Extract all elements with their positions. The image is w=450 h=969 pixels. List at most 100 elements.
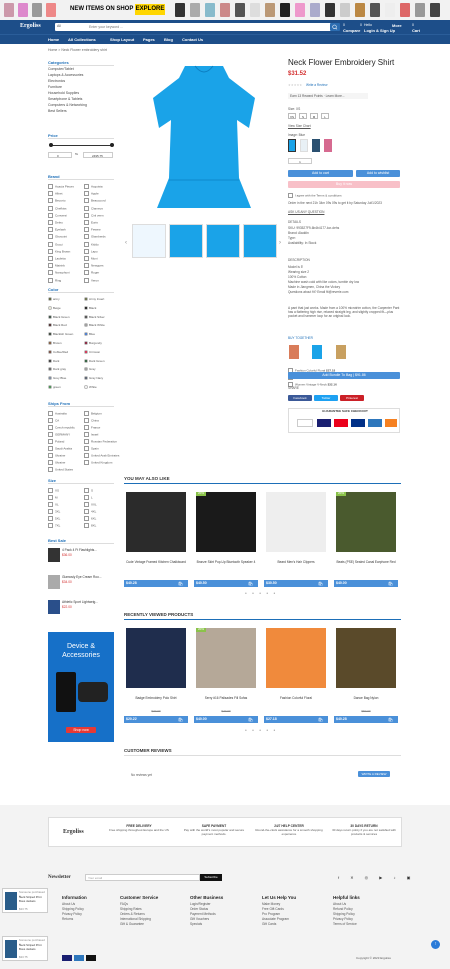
category-item[interactable]: Furniture bbox=[48, 85, 62, 90]
color-swatch[interactable]: army bbox=[48, 297, 60, 302]
brand-checkbox[interactable]: Allnet bbox=[48, 191, 63, 196]
color-swatch[interactable]: Black Green bbox=[48, 314, 70, 320]
ships-from-checkbox[interactable]: Israel bbox=[84, 432, 98, 437]
size-option[interactable]: XS bbox=[288, 113, 296, 119]
rewards-text[interactable]: Earn 13 Reward Points · Learn More... bbox=[288, 93, 368, 99]
product-card-name[interactable]: Fashion Colorful Floral bbox=[264, 696, 328, 700]
size-option[interactable]: L bbox=[321, 113, 329, 119]
newsletter-email-input[interactable]: Your email bbox=[85, 874, 200, 881]
color-swatch[interactable]: Dark bbox=[48, 358, 59, 364]
color-swatch[interactable]: Dark gray bbox=[48, 367, 66, 372]
product-card[interactable]: Badge Embroidery Polo Shirt $30.00 $20.22 🛍 bbox=[124, 628, 188, 748]
gallery-prev-icon[interactable]: ‹ bbox=[125, 240, 127, 248]
color-swatch[interactable]: Burgundy bbox=[84, 341, 102, 346]
ships-from-checkbox[interactable]: Ukraine bbox=[48, 460, 65, 465]
brand-checkbox[interactable]: Matrink bbox=[48, 263, 65, 268]
category-item[interactable]: Best Sellers bbox=[48, 109, 67, 114]
size-checkbox[interactable]: 5XL bbox=[48, 516, 60, 521]
purchase-popup[interactable]: Someone purchased a Neck Striped Print B… bbox=[2, 888, 48, 913]
ships-from-checkbox[interactable]: Poland bbox=[48, 439, 64, 444]
thumbnail[interactable] bbox=[206, 224, 240, 258]
size-checkbox[interactable]: S bbox=[84, 488, 93, 493]
product-card-image[interactable] bbox=[126, 492, 186, 552]
size-chart-link[interactable]: View Size Chart bbox=[288, 124, 311, 128]
product-card-image[interactable] bbox=[126, 628, 186, 688]
best-item-name[interactable]: Glamosly Eye Cream Roo... bbox=[62, 575, 102, 579]
brand-checkbox[interactable]: Euris bbox=[84, 220, 98, 225]
ships-from-checkbox[interactable]: China bbox=[84, 418, 99, 423]
quantity-stepper[interactable]: 1 bbox=[288, 158, 312, 164]
product-card-name[interactable]: Dance Bag Nylon bbox=[334, 696, 398, 700]
color-swatch[interactable]: Gray bbox=[84, 367, 96, 372]
bundle-item-image[interactable] bbox=[312, 345, 322, 359]
gallery-next-icon[interactable]: › bbox=[279, 240, 281, 248]
color-swatch[interactable]: Army Insert bbox=[84, 297, 104, 302]
write-review-button[interactable]: WRITE A REVIEW bbox=[358, 771, 390, 777]
price-max-input[interactable]: 2495.75 bbox=[83, 152, 113, 158]
product-card-image[interactable] bbox=[336, 492, 396, 552]
size-checkbox[interactable]: 7XL bbox=[48, 523, 60, 528]
compare-link[interactable]: 0 Compare bbox=[343, 23, 360, 33]
brand-checkbox[interactable]: Eyelash bbox=[48, 227, 66, 232]
brand-checkbox[interactable]: Deleu bbox=[48, 220, 63, 225]
size-checkbox[interactable]: 6XL bbox=[84, 516, 96, 521]
brand-checkbox[interactable]: Newgoes bbox=[84, 263, 104, 268]
product-card-image[interactable] bbox=[266, 492, 326, 552]
brand-checkbox[interactable]: Acacia Pieces bbox=[48, 184, 74, 189]
product-card-name[interactable]: Cude Vintage Framed Kitchen Chalkboard bbox=[124, 560, 188, 564]
footer-link[interactable]: Specials bbox=[190, 922, 223, 927]
ships-from-checkbox[interactable]: Czech republic bbox=[48, 425, 75, 430]
color-swatch[interactable]: Black Silver bbox=[84, 314, 105, 320]
ships-from-checkbox[interactable]: United States bbox=[48, 467, 73, 472]
price-slider-track[interactable] bbox=[50, 145, 112, 146]
subscribe-button[interactable]: Subscribe bbox=[200, 874, 222, 881]
color-swatch[interactable]: Blue bbox=[84, 332, 95, 337]
ships-from-checkbox[interactable]: GERMANY bbox=[48, 432, 70, 437]
brand-checkbox[interactable]: Ring bbox=[48, 278, 61, 283]
product-card-name[interactable]: Beard Men's Hair Clippers bbox=[264, 560, 328, 564]
cart-link[interactable]: 0 Cart bbox=[412, 23, 420, 33]
brand-checkbox[interactable]: Roger bbox=[84, 270, 99, 275]
brand-checkbox[interactable]: Acquista bbox=[84, 184, 103, 189]
ships-from-checkbox[interactable]: Belgium bbox=[84, 411, 102, 416]
add-to-cart-icon[interactable]: 🛍 bbox=[178, 717, 183, 722]
ships-from-checkbox[interactable]: Spain bbox=[84, 446, 99, 451]
add-bundle-button[interactable]: Add Bundle To Bag | $91.86 bbox=[288, 372, 400, 379]
ad-shop-now-button[interactable]: Shop now bbox=[66, 727, 96, 733]
breadcrumb[interactable]: Home > Neck Flower embroidery shirt bbox=[48, 48, 107, 53]
brand-checkbox[interactable]: Clameos bbox=[84, 206, 103, 211]
brand-checkbox[interactable]: Moni bbox=[84, 256, 98, 261]
color-swatch[interactable]: White bbox=[84, 385, 97, 390]
purchase-popup[interactable]: Someone purchased a Neck Striped Print B… bbox=[2, 936, 48, 961]
category-item[interactable]: Computer/Tablet bbox=[48, 67, 74, 72]
color-swatch[interactable]: green bbox=[48, 385, 61, 390]
size-checkbox[interactable]: 3XL bbox=[48, 509, 60, 514]
ships-from-checkbox[interactable]: Saudi Arabia bbox=[48, 446, 72, 451]
social-icons[interactable]: f ✕ ◎ ▶ ♪ ▣ bbox=[338, 875, 415, 880]
color-swatch[interactable]: Grey Blue bbox=[48, 376, 66, 381]
more-menu[interactable]: More bbox=[392, 23, 402, 28]
carousel-dots[interactable]: • • • • • bbox=[245, 591, 277, 598]
search-category-select[interactable]: All bbox=[57, 24, 61, 29]
product-card[interactable]: Cude Vintage Framed Kitchen Chalkboard $4… bbox=[124, 492, 188, 612]
terms-checkbox[interactable]: I agree with the Terms & conditions bbox=[288, 193, 342, 198]
bundle-item-image[interactable] bbox=[289, 345, 299, 359]
nav-pages[interactable]: Pages bbox=[143, 37, 155, 42]
color-swatch[interactable]: Beige bbox=[48, 306, 61, 311]
color-swatch[interactable]: Black Red bbox=[48, 323, 67, 328]
size-option[interactable]: M bbox=[310, 113, 318, 119]
ships-from-checkbox[interactable]: Russian Federation bbox=[84, 439, 117, 444]
product-card-name[interactable]: Bronze Skirt Pop-Up Bluetooth Speaker 4 bbox=[194, 560, 258, 564]
brand-checkbox[interactable]: Lapo bbox=[84, 249, 98, 254]
category-item[interactable]: Smartphone & Tablets bbox=[48, 97, 82, 102]
footer-logo[interactable]: Ergoliss bbox=[63, 829, 84, 837]
product-card-image[interactable] bbox=[196, 628, 256, 688]
nav-shop-layout[interactable]: Shop Layout bbox=[110, 37, 134, 42]
ships-from-checkbox[interactable]: CA bbox=[48, 418, 59, 423]
nav-home[interactable]: Home bbox=[48, 37, 59, 42]
size-checkbox[interactable]: XS bbox=[48, 488, 59, 493]
product-card[interactable]: 20% Beats (PSE) Sealed Canal Earphone Red… bbox=[334, 491, 398, 612]
size-checkbox[interactable]: L bbox=[84, 495, 93, 500]
top-promo-banner[interactable]: NEW ITEMS ON SHOP EXPLORE bbox=[0, 0, 450, 20]
brand-checkbox[interactable]: Cinl veen bbox=[84, 213, 104, 218]
